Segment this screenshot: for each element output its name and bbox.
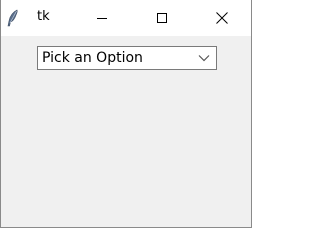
maximize-button[interactable]: [139, 0, 185, 36]
combobox-selected-value: Pick an Option: [42, 50, 143, 66]
minimize-button[interactable]: [79, 0, 125, 36]
minimize-icon: [97, 17, 107, 19]
close-button[interactable]: [199, 0, 245, 36]
chevron-down-icon[interactable]: [198, 54, 210, 62]
close-icon: [216, 12, 228, 24]
title-bar[interactable]: tk: [1, 0, 251, 36]
feather-icon: [7, 9, 19, 27]
maximize-icon: [157, 13, 167, 23]
app-window: tk Pick an Option: [0, 0, 252, 228]
option-combobox[interactable]: Pick an Option: [37, 46, 217, 70]
window-title: tk: [37, 9, 50, 24]
